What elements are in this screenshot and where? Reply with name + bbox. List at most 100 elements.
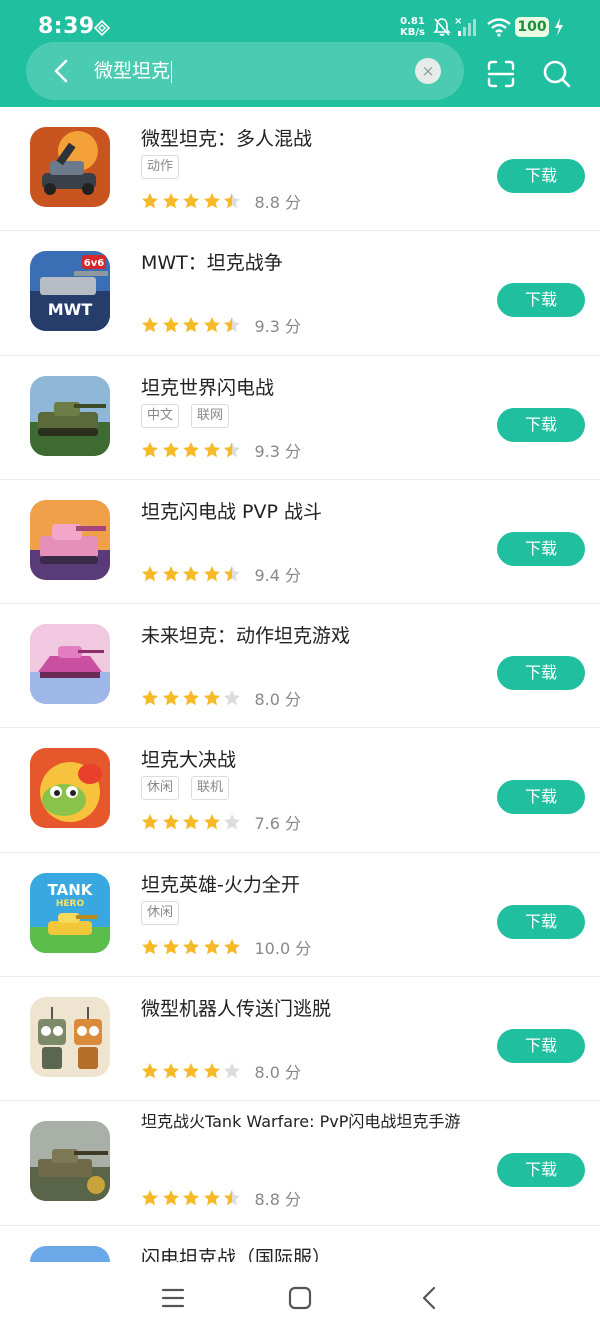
pink-tank-icon[interactable] — [30, 499, 110, 580]
app-list-item[interactable]: 未来坦克：动作坦克游戏 8.0 分 下载 — [0, 604, 600, 729]
app-rating: 10.0 分 — [141, 937, 312, 958]
search-icon[interactable] — [542, 59, 572, 89]
star-full-icon — [142, 441, 158, 457]
star-full-icon — [142, 814, 158, 830]
app-name[interactable]: 微型坦克：多人混战 — [141, 124, 312, 151]
star-half-icon — [224, 565, 240, 582]
tank-hero-icon[interactable]: TANK HERO — [30, 872, 110, 953]
app-score: 9.4 分 — [254, 565, 302, 585]
mwt-tank-icon[interactable]: 6v6 MWT — [30, 251, 110, 332]
app-list-item[interactable]: 坦克世界闪电战 中文 联网 9.3 分 下载 — [0, 356, 600, 480]
app-score: 10.0 分 — [254, 938, 312, 958]
clear-search-button[interactable]: × — [415, 58, 441, 84]
svg-text:×: × — [454, 16, 462, 27]
app-list-item[interactable]: 闪电坦克战（国际服） — [0, 1226, 600, 1262]
app-rating: 8.8 分 — [141, 191, 302, 212]
app-score: 7.6 分 — [254, 814, 302, 834]
app-name[interactable]: 闪电坦克战（国际服） — [141, 1243, 331, 1262]
download-button[interactable]: 下载 — [497, 1029, 585, 1064]
star-half-icon — [224, 317, 240, 333]
app-list-item[interactable]: 坦克大决战休闲 联机 7.6 分 下载 — [0, 728, 600, 853]
speed-unit: KB/s — [400, 27, 425, 38]
star-full-icon — [183, 690, 199, 706]
download-button[interactable]: 下载 — [497, 531, 585, 566]
search-box[interactable]: 微型坦克 × — [26, 42, 464, 100]
search-results-list[interactable]: 微型坦克：多人混战 动作 8.8 分下载 6v6 MWT MWT：坦克战争 9.3 分下载坦… — [0, 107, 600, 1262]
download-button[interactable]: 下载 — [497, 780, 585, 815]
app-list-item[interactable]: TANK HERO 坦克英雄-火力全开 休闲 10.0 分 下载 — [0, 853, 600, 978]
app-list-item[interactable]: 微型坦克：多人混战 动作 8.8 分 下载 — [0, 107, 600, 232]
app-name[interactable]: 坦克战火Tank Warfare: PvP闪电战坦克手游 — [141, 1111, 476, 1133]
star-full-icon — [162, 814, 179, 830]
app-tag: 联机 — [191, 776, 230, 801]
search-query-text: 微型坦克 — [94, 60, 171, 82]
star-full-icon — [203, 1063, 220, 1079]
app-tag: 休闲 — [141, 776, 180, 801]
app-score: 8.0 分 — [254, 690, 302, 710]
signal-icon: × — [454, 16, 476, 36]
app-name[interactable]: 坦克闪电战 PVP 战斗 — [141, 497, 322, 524]
battery-indicator: 100 — [515, 17, 549, 37]
mute-bell-icon — [433, 18, 451, 36]
frog-tank-icon[interactable] — [30, 748, 110, 829]
star-full-icon — [162, 938, 179, 955]
app-name[interactable]: 微型机器人传送门逃脱 — [141, 994, 331, 1021]
app-list-item[interactable]: 6v6 MWT MWT：坦克战争 9.3 分 下载 — [0, 231, 600, 356]
download-button[interactable]: 下载 — [497, 904, 585, 939]
star-full-icon — [203, 690, 220, 706]
star-full-icon — [142, 1063, 158, 1079]
app-name[interactable]: 未来坦克：动作坦克游戏 — [141, 621, 350, 648]
star-full-icon — [142, 690, 158, 706]
app-tags: 休闲 联机 — [141, 776, 241, 801]
app-tag: 休闲 — [141, 900, 180, 925]
download-button[interactable]: 下载 — [497, 159, 585, 193]
speed-value: 0.81 — [400, 16, 425, 27]
app-name[interactable]: 坦克英雄-火力全开 — [141, 870, 300, 897]
home-icon[interactable] — [288, 1286, 312, 1310]
download-button[interactable]: 下载 — [497, 1153, 585, 1188]
svg-text:TANK: TANK — [48, 881, 94, 899]
svg-text:HERO: HERO — [56, 899, 85, 909]
app-rating: 7.6 分 — [141, 812, 302, 834]
star-full-icon — [183, 193, 199, 209]
app-score: 8.0 分 — [254, 1063, 302, 1083]
app-name[interactable]: MWT：坦克战争 — [141, 248, 283, 275]
star-full-icon — [203, 938, 220, 955]
app-list-item[interactable]: 微型机器人传送门逃脱 8.0 分 下载 — [0, 977, 600, 1102]
app-tag: 联网 — [191, 403, 230, 428]
world-of-tanks-icon[interactable] — [30, 375, 110, 456]
app-score: 8.8 分 — [254, 193, 302, 212]
future-tank-icon[interactable] — [30, 624, 110, 705]
star-full-icon — [183, 317, 199, 333]
recent-apps-icon[interactable] — [161, 1286, 185, 1310]
star-full-icon — [162, 690, 179, 706]
robots-icon[interactable] — [30, 997, 110, 1078]
nav-back-icon[interactable] — [418, 1286, 442, 1310]
text-cursor — [171, 60, 173, 83]
download-button[interactable]: 下载 — [497, 656, 585, 691]
back-arrow-icon[interactable] — [44, 53, 80, 89]
app-name[interactable]: 坦克大决战 — [141, 745, 236, 772]
download-button[interactable]: 下载 — [497, 407, 585, 442]
star-empty-icon — [224, 1063, 240, 1079]
system-nav-bar — [0, 1262, 600, 1333]
star-full-icon — [142, 1190, 158, 1206]
tank-warfare-icon[interactable] — [30, 1121, 110, 1202]
app-rating: 9.3 分 — [141, 440, 301, 461]
star-full-icon — [203, 317, 220, 333]
star-full-icon — [142, 938, 158, 955]
lightning-tank-icon[interactable] — [30, 1245, 110, 1262]
star-full-icon — [183, 814, 199, 830]
app-rating: 8.0 分 — [141, 1061, 302, 1083]
app-name[interactable]: 坦克世界闪电战 — [141, 373, 274, 400]
star-full-icon — [162, 565, 179, 582]
app-list-item[interactable]: 坦克闪电战 PVP 战斗 9.4 分 下载 — [0, 480, 600, 605]
tank-battle-icon[interactable] — [30, 127, 110, 207]
search-input[interactable]: 微型坦克 — [94, 56, 404, 86]
star-full-icon — [203, 814, 220, 830]
app-list-item[interactable]: 坦克战火Tank Warfare: PvP闪电战坦克手游 8.8 分 下载 — [0, 1101, 600, 1226]
download-button[interactable]: 下载 — [497, 283, 585, 318]
app-tag: 中文 — [141, 403, 180, 428]
app-tags: 动作 — [141, 155, 191, 179]
scan-icon[interactable] — [486, 59, 516, 89]
